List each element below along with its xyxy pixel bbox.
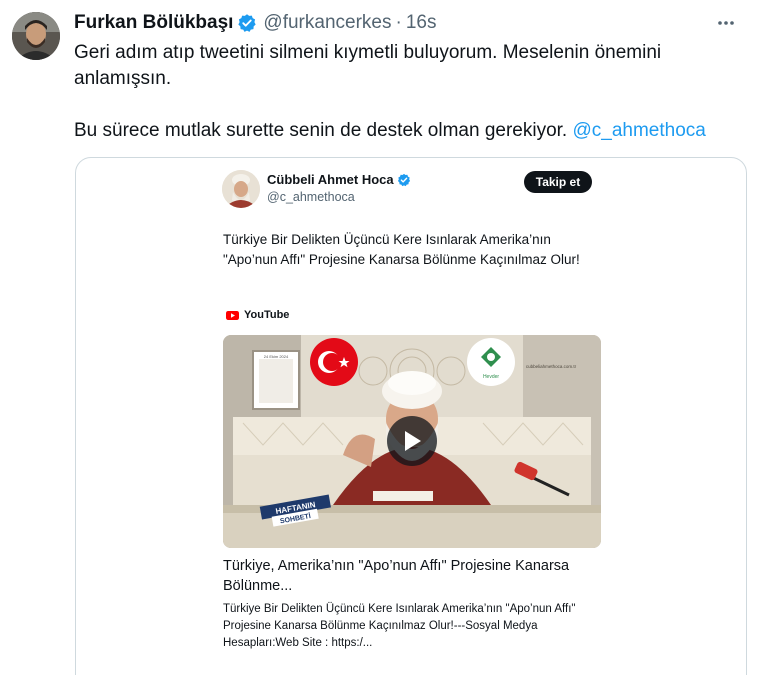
verified-badge-icon — [397, 173, 411, 187]
tweet-text: Geri adım atıp tweetini silmeni kıymetli… — [74, 40, 744, 144]
link-source-label: YouTube — [244, 309, 290, 321]
video-thumbnail[interactable]: 24 Ekim 2024 Hevder cubbeliahmethoca.com… — [223, 335, 601, 548]
embed-author-handle[interactable]: @c_ahmethoca — [267, 190, 355, 204]
link-card-description: Türkiye Bir Delikten Üçüncü Kere Isınlar… — [223, 603, 576, 649]
embed-author-name-row: Cübbeli Ahmet Hoca — [267, 172, 411, 187]
header-separator: · — [395, 12, 402, 33]
more-horizontal-icon[interactable] — [712, 10, 740, 36]
play-icon[interactable] — [387, 416, 437, 466]
youtube-icon — [226, 310, 239, 320]
link-card-title[interactable]: Türkiye, Amerika’nın "Apo’nun Affı" Proj… — [223, 556, 603, 596]
tweet-text-line: Geri adım atıp tweetini silmeni kıymetli… — [74, 42, 662, 89]
embed-author-name[interactable]: Cübbeli Ahmet Hoca — [267, 172, 394, 187]
embedded-tweet-card[interactable]: Cübbeli Ahmet Hoca @c_ahmethoca Takip et… — [75, 157, 747, 675]
video-date-label: 24 Ekim 2024 — [264, 354, 289, 359]
verified-badge-icon — [237, 13, 257, 33]
tweet-text-line: Bu sürece mutlak surette senin de destek… — [74, 118, 744, 144]
author-avatar[interactable] — [12, 12, 60, 60]
video-site-label: cubbeliahmethoca.com.tr — [526, 364, 577, 369]
tweet-timestamp[interactable]: 16s — [406, 12, 437, 34]
author-handle[interactable]: @furkancerkes — [263, 12, 391, 34]
link-source: YouTube — [226, 309, 289, 321]
tweet-header: Furkan Bölükbaşı @furkancerkes · 16s — [74, 10, 740, 36]
follow-button[interactable]: Takip et — [524, 171, 592, 193]
embed-tweet-text: Türkiye Bir Delikten Üçüncü Kere Isınlar… — [223, 232, 580, 267]
tweet[interactable]: Furkan Bölükbaşı @furkancerkes · 16s Ger… — [0, 0, 760, 675]
author-name[interactable]: Furkan Bölükbaşı — [74, 12, 233, 34]
video-logo-label: Hevder — [483, 374, 499, 380]
tweet-text-span: Bu sürece mutlak surette senin de destek… — [74, 120, 568, 141]
embed-author-avatar[interactable] — [222, 170, 260, 208]
mention-link[interactable]: @c_ahmethoca — [572, 120, 705, 141]
